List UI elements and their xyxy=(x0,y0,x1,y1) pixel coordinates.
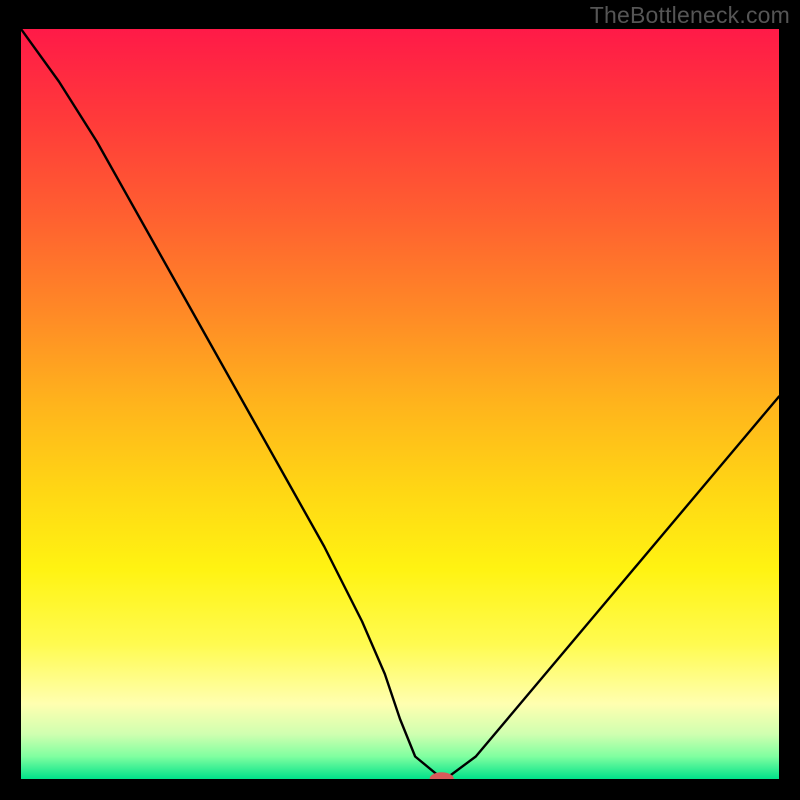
watermark-text: TheBottleneck.com xyxy=(590,2,790,29)
gradient-background xyxy=(21,29,779,779)
bottleneck-chart xyxy=(21,29,779,779)
chart-frame: TheBottleneck.com xyxy=(0,0,800,800)
